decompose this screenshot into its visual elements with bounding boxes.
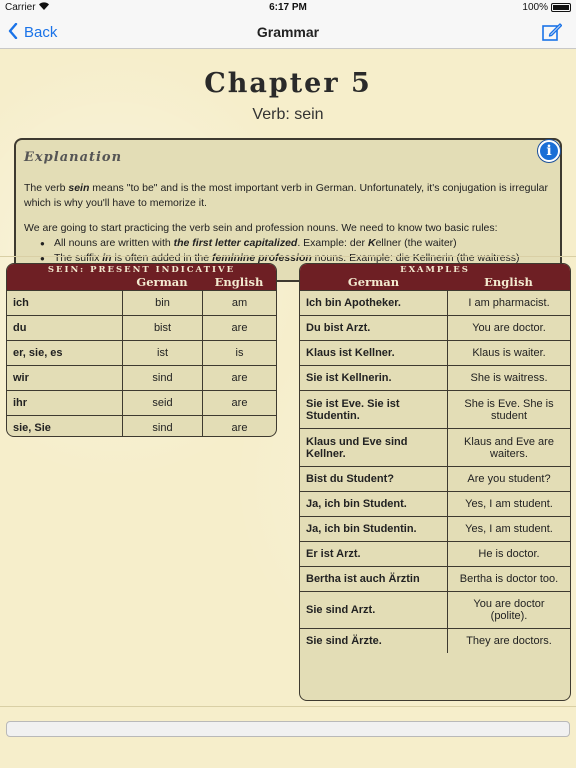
english-translation-cell: Klaus is waiter. — [447, 341, 570, 365]
english-translation-cell: You are doctor. — [447, 316, 570, 340]
english-translation-cell: He is doctor. — [447, 542, 570, 566]
table-row: Ich bin Apotheker. I am pharmacist. — [300, 290, 570, 315]
english-translation-cell: I am pharmacist. — [447, 291, 570, 315]
rules-list: All nouns are written with the first let… — [40, 236, 552, 266]
pronoun-cell: sie, Sie — [13, 422, 51, 434]
table-row: Er ist Arzt. He is doctor. — [300, 541, 570, 566]
explanation-paragraph-2: We are going to start practicing the ver… — [24, 222, 498, 234]
table-row: Bist du Student? Are you student? — [300, 466, 570, 491]
german-sentence-cell: Ja, ich bin Studentin. — [306, 523, 417, 535]
column-header-english: English — [214, 275, 264, 289]
german-sentence-cell: Du bist Arzt. — [306, 322, 371, 334]
pronoun-cell: ihr — [13, 397, 28, 409]
divider — [0, 256, 576, 257]
german-sentence-cell: Ich bin Apotheker. — [306, 297, 401, 309]
table-row: Sie sind Arzt. You are doctor (polite). — [300, 591, 570, 628]
table-row: Sie ist Kellnerin. She is waitress. — [300, 365, 570, 390]
table-row: du bist are — [7, 315, 276, 340]
english-cell: am — [202, 291, 276, 315]
german-sentence-cell: Sie ist Eve. Sie ist Studentin. — [306, 397, 400, 422]
column-header-german: German — [136, 275, 188, 289]
compose-icon — [542, 23, 563, 41]
table-row: ich bin am — [7, 290, 276, 315]
pronoun-cell: er, sie, es — [13, 347, 63, 359]
pronoun-cell: du — [13, 322, 27, 334]
english-translation-cell: She is waitress. — [447, 366, 570, 390]
table-row: Ja, ich bin Studentin. Yes, I am student. — [300, 516, 570, 541]
rule-item: All nouns are written with the first let… — [40, 236, 552, 251]
english-cell: are — [202, 366, 276, 390]
german-sentence-cell: Bist du Student? — [306, 473, 394, 485]
navigation-bar: Back Grammar — [0, 16, 576, 49]
table-row: wir sind are — [7, 365, 276, 390]
german-sentence-cell: Er ist Arzt. — [306, 548, 361, 560]
battery-percent: 100% — [522, 2, 548, 13]
table-row: Bertha ist auch Ärztin Bertha is doctor t… — [300, 566, 570, 591]
compose-button[interactable] — [542, 23, 563, 41]
column-header-german: German — [347, 275, 400, 289]
explanation-box: Explanation i The verb sein means "to be… — [14, 138, 562, 282]
pronoun-cell: ich — [13, 297, 29, 309]
table-row: Du bist Arzt. You are doctor. — [300, 315, 570, 340]
english-translation-cell: She is Eve. She is student — [447, 391, 570, 428]
german-sentence-cell: Klaus ist Kellner. — [306, 347, 395, 359]
german-sentence-cell: Sie sind Arzt. — [306, 604, 376, 616]
status-bar: Carrier 6:17 PM 100% — [0, 0, 576, 16]
divider — [0, 706, 576, 707]
english-translation-cell: Are you student? — [447, 467, 570, 491]
english-cell: are — [202, 391, 276, 415]
pronoun-cell: wir — [13, 372, 29, 384]
table-row: Klaus ist Kellner. Klaus is waiter. — [300, 340, 570, 365]
table-row: Klaus und Eve sind Kellner. Klaus and Eve… — [300, 428, 570, 466]
german-cell: sind — [122, 366, 202, 390]
chapter-title: Chapter 5 — [204, 68, 372, 99]
explanation-heading: Explanation — [24, 150, 123, 165]
info-icon[interactable]: i — [538, 140, 560, 162]
german-sentence-cell: Klaus und Eve sind Kellner. — [306, 435, 408, 460]
english-translation-cell: Bertha is doctor too. — [447, 567, 570, 591]
german-cell: seid — [122, 391, 202, 415]
table-row: er, sie, es ist is — [7, 340, 276, 365]
table-header: SEIN: PRESENT INDICATIVE German English — [7, 264, 276, 290]
table-row: Sie sind Ärzte. They are doctors. — [300, 628, 570, 653]
examples-table: EXAMPLES German English Ich bin Apotheke… — [299, 263, 571, 701]
german-sentence-cell: Bertha ist auch Ärztin — [306, 573, 420, 585]
english-translation-cell: Yes, I am student. — [447, 492, 570, 516]
explanation-paragraph-1: The verb sein means "to be" and is the m… — [24, 182, 549, 209]
table-row: Ja, ich bin Student. Yes, I am student. — [300, 491, 570, 516]
sein-conjugation-table: SEIN: PRESENT INDICATIVE German English … — [6, 263, 277, 437]
progress-bar — [6, 721, 570, 737]
table-row: ihr seid are — [7, 390, 276, 415]
german-sentence-cell: Sie ist Kellnerin. — [306, 372, 392, 384]
german-sentence-cell: Sie sind Ärzte. — [306, 635, 382, 647]
german-cell: bist — [122, 316, 202, 340]
table-header: EXAMPLES German English — [300, 264, 570, 290]
status-time: 6:17 PM — [269, 2, 307, 13]
page-title: Grammar — [256, 24, 320, 40]
chapter-subtitle: Verb: sein — [252, 106, 324, 123]
column-header-english: English — [484, 275, 533, 289]
english-translation-cell: Klaus and Eve are waiters. — [447, 429, 570, 466]
table-row: Sie ist Eve. Sie ist Studentin. She is Ev… — [300, 390, 570, 428]
english-translation-cell: You are doctor (polite). — [447, 592, 570, 628]
english-translation-cell: They are doctors. — [447, 629, 570, 653]
german-cell: ist — [122, 341, 202, 365]
english-cell: are — [202, 316, 276, 340]
german-cell: bin — [122, 291, 202, 315]
english-cell: is — [202, 341, 276, 365]
table-row: sie, Sie sind are — [7, 415, 276, 436]
battery-icon — [551, 3, 571, 12]
german-cell: sind — [122, 416, 202, 436]
english-translation-cell: Yes, I am student. — [447, 517, 570, 541]
english-cell: are — [202, 416, 276, 436]
german-sentence-cell: Ja, ich bin Student. — [306, 498, 407, 510]
